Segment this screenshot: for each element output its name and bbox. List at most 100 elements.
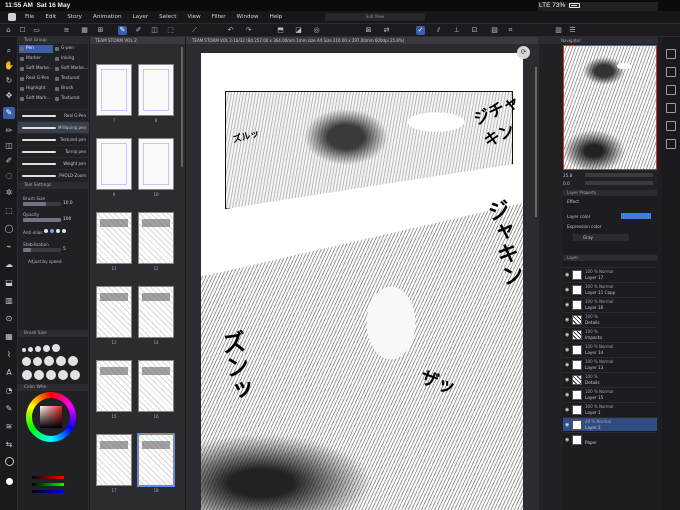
eraser-icon[interactable]: ◫ bbox=[150, 26, 159, 35]
main-color-icon[interactable] bbox=[3, 457, 15, 469]
sub-tool-item[interactable]: Soft Marke... bbox=[54, 65, 88, 73]
brush-size-slider[interactable] bbox=[23, 202, 61, 206]
ruler-tool-icon[interactable]: ⌇ bbox=[3, 349, 15, 361]
brush-size-palette-row2[interactable] bbox=[22, 356, 80, 368]
layer-row[interactable]: ◉ 100 % Normal Layer 1 bbox=[563, 402, 657, 416]
layer-row[interactable]: ◉ 100 % Normal Layer 17 bbox=[563, 267, 657, 281]
view-icon[interactable]: ◎ bbox=[312, 26, 321, 35]
ruler-icon[interactable]: ⟋ bbox=[190, 26, 199, 35]
layer-row[interactable]: ◉ Paper bbox=[563, 432, 657, 446]
layer-row[interactable]: ◉ 48 % Normal Layer 2 bbox=[563, 417, 657, 431]
visibility-eye-icon[interactable]: ◉ bbox=[565, 317, 569, 323]
text-tool-icon[interactable]: A bbox=[3, 367, 15, 379]
color-swap-icon[interactable]: ⇆ bbox=[3, 439, 15, 451]
page-manager-tab[interactable]: TEAM STORM VOL 2 bbox=[90, 37, 185, 44]
layer-row[interactable]: ◉ 100 % Details bbox=[563, 312, 657, 326]
eraser-tool-icon[interactable]: ◫ bbox=[3, 140, 15, 152]
sub-tool-item[interactable]: Textured bbox=[54, 95, 88, 103]
page-thumbnail[interactable] bbox=[138, 64, 174, 116]
sub-tool-item[interactable]: Brush bbox=[54, 85, 88, 93]
canvas-rotate-button[interactable]: ⟳ bbox=[517, 46, 530, 59]
sub-tool-item[interactable]: Inking bbox=[54, 55, 88, 63]
antialias-options[interactable] bbox=[44, 229, 68, 235]
clear-icon[interactable]: ⊠ bbox=[364, 26, 373, 35]
rotation-value[interactable]: 0.0 bbox=[563, 181, 570, 186]
menu-window[interactable]: Window bbox=[237, 14, 259, 20]
page-thumbnail[interactable] bbox=[138, 360, 174, 412]
menu-animation[interactable]: Animation bbox=[93, 14, 122, 20]
sub-tool-item[interactable]: Soft Marke... bbox=[19, 65, 53, 73]
quick-access-icon[interactable]: ≡ bbox=[62, 26, 71, 35]
panel-icon-2[interactable] bbox=[666, 67, 676, 77]
visibility-eye-icon[interactable]: ◉ bbox=[565, 437, 569, 443]
save-icon[interactable]: ▭ bbox=[32, 26, 41, 35]
navigator-preview[interactable] bbox=[563, 45, 657, 170]
layout-icon[interactable]: ▦ bbox=[80, 26, 89, 35]
visibility-eye-icon[interactable]: ◉ bbox=[565, 332, 569, 338]
brush-tool-icon[interactable]: ✐ bbox=[3, 155, 15, 167]
document-tab[interactable]: TEAM STORM VOL 2-16/32 (B4 257.00 x 364.… bbox=[186, 37, 538, 44]
pen-tool-icon[interactable]: ✎ bbox=[3, 107, 15, 119]
layer-color-swatch[interactable] bbox=[621, 213, 651, 219]
menu-select[interactable]: Select bbox=[159, 14, 176, 20]
blend-tool-icon[interactable]: ☁ bbox=[3, 259, 15, 271]
snap-icon[interactable]: ✓ bbox=[416, 26, 425, 35]
pen-mode-icon[interactable]: ✎ bbox=[118, 26, 127, 35]
sub-color-icon[interactable] bbox=[3, 477, 15, 489]
fill-tool-icon[interactable]: ⬓ bbox=[3, 277, 15, 289]
menu-view[interactable]: View bbox=[187, 14, 200, 20]
pencil-tool-icon[interactable]: ✏ bbox=[3, 125, 15, 137]
frame-tool-icon[interactable]: ▦ bbox=[3, 331, 15, 343]
page-thumbnail[interactable] bbox=[138, 212, 174, 264]
guide-icon[interactable]: ⊡ bbox=[470, 26, 479, 35]
zoom-value[interactable]: 25.8 bbox=[563, 173, 572, 178]
app-logo-icon[interactable] bbox=[8, 13, 16, 21]
brush-size-palette[interactable] bbox=[22, 344, 62, 354]
menu-filter[interactable]: Filter bbox=[212, 14, 226, 20]
eyedropper-tool-icon[interactable]: ⌁ bbox=[3, 241, 15, 253]
undo-icon[interactable]: ↶ bbox=[226, 26, 235, 35]
hand-tool-icon[interactable]: ✋ bbox=[3, 60, 15, 72]
sub-tool-item[interactable]: Real G-Pen bbox=[19, 75, 53, 83]
menu-help[interactable]: Help bbox=[270, 14, 283, 20]
flip-icon[interactable]: ⇄ bbox=[382, 26, 391, 35]
menu-story[interactable]: Story bbox=[67, 14, 82, 20]
brush-size-palette-row3[interactable] bbox=[22, 370, 82, 382]
visibility-eye-icon[interactable]: ◉ bbox=[565, 362, 569, 368]
page-thumbnail[interactable] bbox=[96, 138, 132, 190]
color-wheel[interactable] bbox=[26, 392, 76, 442]
sub-view-tab[interactable]: Sub View bbox=[325, 13, 425, 21]
panel-icon-5[interactable] bbox=[666, 121, 676, 131]
menu-edit[interactable]: Edit bbox=[45, 14, 56, 20]
zoom-tool-icon[interactable]: ⌕ bbox=[3, 45, 15, 57]
correct-tool-icon[interactable]: ≋ bbox=[3, 421, 15, 433]
opacity-value[interactable]: 100 bbox=[63, 217, 71, 222]
panel-icon-4[interactable] bbox=[666, 103, 676, 113]
menu-layer[interactable]: Layer bbox=[133, 14, 149, 20]
layer-row[interactable]: ◉ 100 % Normal Layer 16 bbox=[563, 297, 657, 311]
layer-row[interactable]: ◉ 100 % Normal Layer 11 Copy bbox=[563, 282, 657, 296]
panel-icon-3[interactable] bbox=[666, 85, 676, 95]
visibility-eye-icon[interactable]: ◉ bbox=[565, 392, 569, 398]
grid-icon[interactable]: ⊞ bbox=[96, 26, 105, 35]
balloon-tool-icon[interactable]: ◔ bbox=[3, 385, 15, 397]
transform-icon[interactable]: ⬒ bbox=[276, 26, 285, 35]
stabilization-value[interactable]: 5 bbox=[63, 247, 66, 252]
panel-icon-1[interactable] bbox=[666, 49, 676, 59]
layer-row[interactable]: ◉ 100 % Normal Layer 15 bbox=[563, 387, 657, 401]
green-slider[interactable] bbox=[32, 483, 64, 486]
red-slider[interactable] bbox=[32, 476, 64, 479]
gradient-tool-icon[interactable]: ▥ bbox=[3, 295, 15, 307]
crop-icon[interactable]: ⌗ bbox=[506, 26, 515, 35]
figure-tool-icon[interactable]: ⊙ bbox=[3, 313, 15, 325]
decoration-tool-icon[interactable]: ✲ bbox=[3, 187, 15, 199]
panel-menu-icon[interactable]: ☰ bbox=[568, 26, 577, 35]
page-thumbnail[interactable] bbox=[138, 138, 174, 190]
perspective-icon[interactable]: ▧ bbox=[490, 26, 499, 35]
page-thumbnail[interactable] bbox=[96, 64, 132, 116]
adjust-by-speed-label[interactable]: Adjust by speed bbox=[28, 259, 62, 264]
page-thumbnail[interactable] bbox=[96, 360, 132, 412]
lasso-tool-icon[interactable]: ◯ bbox=[3, 223, 15, 235]
fill-icon[interactable]: ◪ bbox=[294, 26, 303, 35]
manga-page[interactable]: ジチャキン ズルッ ジャキン ズンッ ザッ bbox=[201, 53, 526, 510]
